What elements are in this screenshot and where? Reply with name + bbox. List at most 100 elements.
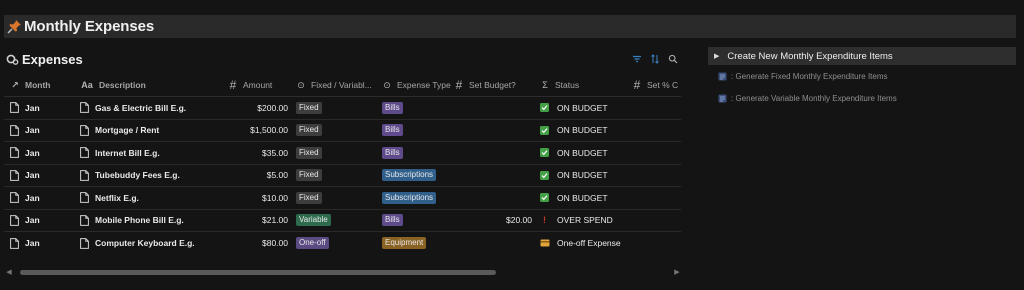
page-icon (80, 124, 89, 136)
template-button-icon (718, 72, 727, 81)
column-header-set-percent[interactable]: # Set % C (632, 78, 680, 92)
horizontal-scrollbar[interactable]: ◀ ▶ (4, 266, 682, 278)
fixed-variable-tag: Fixed (296, 169, 322, 182)
scroll-left-icon[interactable]: ◀ (4, 268, 14, 276)
status-cell: ON BUDGET (532, 193, 632, 203)
search-icon[interactable] (668, 54, 678, 64)
status-value: ON BUDGET (557, 147, 608, 158)
sort-icon[interactable] (650, 54, 660, 64)
generate-fixed-label: : Generate Fixed Monthly Expenditure Ite… (731, 71, 888, 81)
checkmark-icon (540, 125, 549, 135)
gears-icon (6, 53, 19, 66)
generate-fixed-button[interactable]: : Generate Fixed Monthly Expenditure Ite… (708, 65, 1016, 87)
description-value[interactable]: Internet Bill E.g. (95, 148, 160, 158)
table-row[interactable]: Jan Mortgage / Rent $1,500.00 Fixed Bill… (4, 120, 681, 142)
number-property-icon: # (633, 78, 641, 92)
triangle-right-icon[interactable]: ▶ (714, 52, 719, 60)
description-value[interactable]: Gas & Electric Bill E.g. (95, 103, 186, 113)
checkmark-icon (540, 148, 549, 158)
description-cell: Computer Keyboard E.g. (76, 237, 228, 249)
status-value: OVER SPEND (557, 215, 613, 226)
table-row[interactable]: Jan Tubebuddy Fees E.g. $5.00 Fixed Subs… (4, 165, 681, 187)
description-cell: Tubebuddy Fees E.g. (76, 169, 228, 181)
sidebar-panel: ▶ Create New Monthly Expenditure Items :… (708, 47, 1016, 109)
table-row[interactable]: Jan Gas & Electric Bill E.g. $200.00 Fix… (4, 97, 681, 120)
description-value[interactable]: Mobile Phone Bill E.g. (95, 215, 184, 225)
status-cell: ON BUDGET (532, 125, 632, 135)
table-row[interactable]: Jan Computer Keyboard E.g. $80.00 One-of… (4, 232, 681, 255)
create-items-toggle[interactable]: ▶ Create New Monthly Expenditure Items (708, 47, 1016, 65)
column-header-amount[interactable]: # Amount (228, 78, 288, 92)
column-header-set-budget[interactable]: # Set Budget? (454, 78, 532, 92)
column-header-expense-type[interactable]: ⊙ Expense Type (374, 80, 454, 91)
expense-type-tag: Bills (382, 101, 403, 114)
description-cell: Mobile Phone Bill E.g. (76, 214, 228, 226)
page-icon (80, 147, 89, 159)
fixed-variable-tag: Fixed (296, 146, 322, 159)
page-icon (80, 214, 89, 226)
page-icon (10, 169, 19, 181)
generate-variable-label: : Generate Variable Monthly Expenditure … (731, 93, 897, 103)
description-cell: Mortgage / Rent (76, 124, 228, 136)
page-icon (80, 169, 89, 181)
month-value: Jan (25, 192, 40, 203)
description-cell: Internet Bill E.g. (76, 147, 228, 159)
fixed-variable-tag: Fixed (296, 101, 322, 114)
fixed-variable-cell: Fixed (288, 191, 374, 204)
generate-variable-button[interactable]: : Generate Variable Monthly Expenditure … (708, 87, 1016, 109)
expense-type-tag: Subscriptions (382, 169, 437, 182)
month-value: Jan (25, 170, 40, 181)
column-header-description[interactable]: Aa Description (76, 80, 228, 90)
fixed-variable-cell: Fixed (288, 124, 374, 137)
formula-sigma-icon: Σ (542, 80, 548, 90)
fixed-variable-tag: One-off (296, 237, 329, 250)
status-cell: ON BUDGET (532, 103, 632, 113)
month-value: Jan (25, 238, 40, 249)
description-value[interactable]: Computer Keyboard E.g. (95, 238, 195, 248)
scroll-right-icon[interactable]: ▶ (672, 268, 682, 276)
fixed-variable-cell: One-off (288, 237, 374, 250)
scroll-track[interactable] (14, 269, 672, 275)
fixed-variable-cell: Fixed (288, 169, 374, 182)
status-value: ON BUDGET (557, 192, 608, 203)
page-icon (10, 102, 19, 114)
table-row[interactable]: Jan Netflix E.g. $10.00 Fixed Subscripti… (4, 187, 681, 210)
expense-type-cell: Bills (374, 101, 454, 114)
month-value: Jan (25, 147, 40, 158)
column-header-month[interactable]: ↗ Month (4, 80, 76, 91)
database-title[interactable]: Expenses (22, 52, 83, 67)
description-cell: Gas & Electric Bill E.g. (76, 102, 228, 114)
table-row[interactable]: Jan Internet Bill E.g. $35.00 Fixed Bill… (4, 142, 681, 165)
expense-type-tag: Subscriptions (382, 191, 437, 204)
month-cell: Jan (4, 147, 76, 159)
table-row[interactable]: Jan Mobile Phone Bill E.g. $21.00 Variab… (4, 210, 681, 232)
select-property-icon: ⊙ (383, 79, 391, 90)
number-property-icon: # (229, 78, 237, 92)
database-header: Expenses (6, 52, 83, 67)
description-value[interactable]: Mortgage / Rent (95, 125, 159, 135)
month-value: Jan (25, 102, 40, 113)
filter-icon[interactable] (632, 54, 642, 64)
fixed-variable-tag: Variable (296, 214, 331, 227)
amount-value: $1,500.00 (250, 125, 288, 136)
expense-type-cell: Bills (374, 214, 454, 227)
column-header-status[interactable]: Σ Status (532, 80, 632, 90)
status-cell: One-off Expense (532, 238, 632, 248)
expense-type-cell: Bills (374, 124, 454, 137)
description-value[interactable]: Tubebuddy Fees E.g. (95, 170, 180, 180)
database-toolbar (632, 54, 678, 64)
page-icon (10, 237, 19, 249)
status-value: ON BUDGET (557, 125, 608, 136)
description-value[interactable]: Netflix E.g. (95, 193, 139, 203)
scroll-thumb[interactable] (20, 269, 496, 275)
month-value: Jan (25, 215, 40, 226)
column-header-fixed-variable[interactable]: ⊙ Fixed / Variabl... (288, 80, 374, 91)
amount-value: $200.00 (257, 102, 288, 113)
expense-type-tag: Bills (382, 146, 403, 159)
select-property-icon: ⊙ (297, 79, 305, 90)
expenses-table: ↗ Month Aa Description # Amount ⊙ Fixed … (4, 74, 681, 255)
fixed-variable-cell: Fixed (288, 101, 374, 114)
expense-type-cell: Subscriptions (374, 191, 454, 204)
expense-type-cell: Subscriptions (374, 169, 454, 182)
expense-type-tag: Bills (382, 124, 403, 137)
